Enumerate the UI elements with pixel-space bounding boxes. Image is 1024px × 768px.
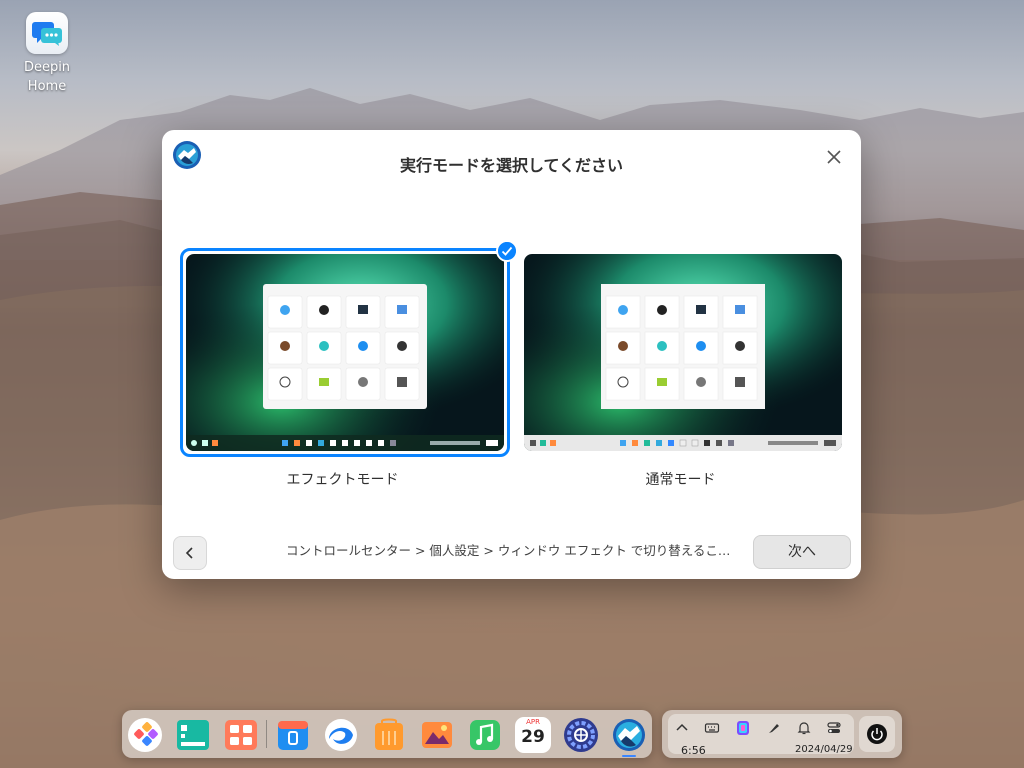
- back-button[interactable]: [173, 536, 207, 570]
- calendar-month: APR: [526, 718, 540, 726]
- desktop-icon-label-line1: Deepin: [23, 60, 71, 75]
- mode-card-normal[interactable]: 通常モード: [518, 248, 843, 489]
- settings-icon[interactable]: [563, 717, 599, 753]
- tray-panel: 6:56 2024/04/29: [668, 714, 854, 757]
- effect-mode-preview: [186, 254, 504, 451]
- mode-thumbnail-frame: [180, 240, 518, 457]
- app-store-icon[interactable]: [275, 717, 311, 753]
- mode-label-effect: エフェクトモード: [286, 472, 399, 488]
- selected-check-icon: [496, 240, 518, 262]
- clock-time[interactable]: 6:56: [681, 744, 706, 757]
- dock: APR 29: [122, 710, 652, 758]
- next-button[interactable]: 次へ: [753, 535, 851, 569]
- close-icon[interactable]: [825, 148, 843, 166]
- desktop-icon-label-line2: Home: [27, 79, 67, 94]
- pen-icon[interactable]: [766, 720, 782, 736]
- deepin-terminal-icon[interactable]: [175, 717, 211, 753]
- chevron-left-icon: [185, 547, 193, 559]
- active-app-indicator: [622, 755, 636, 757]
- shop-icon[interactable]: [371, 717, 407, 753]
- deepin-home-app-icon: [26, 12, 68, 54]
- clock-date[interactable]: 2024/04/29: [795, 744, 853, 755]
- multitasking-icon[interactable]: [223, 717, 259, 753]
- power-button[interactable]: [859, 716, 895, 752]
- calendar-icon[interactable]: APR 29: [515, 717, 551, 753]
- run-mode-dialog: 実行モードを選択してください エフェクトモード 通常モード コントロールセンター…: [162, 130, 861, 579]
- mode-card-effect[interactable]: エフェクトモード: [180, 240, 518, 489]
- music-icon[interactable]: [467, 717, 503, 753]
- deepin-home-icon[interactable]: [611, 717, 647, 753]
- normal-mode-preview: [524, 254, 842, 451]
- mode-label-normal: 通常モード: [645, 472, 716, 488]
- browser-icon[interactable]: [323, 717, 359, 753]
- control-center-icon[interactable]: [826, 720, 842, 736]
- photos-icon[interactable]: [419, 717, 455, 753]
- calendar-day: 29: [521, 727, 545, 747]
- mode-thumbnail-frame: [518, 248, 848, 457]
- chevron-up-icon[interactable]: [674, 720, 690, 736]
- color-app-icon[interactable]: [735, 720, 751, 736]
- settings-hint-text: コントロールセンター > 個人設定 > ウィンドウ エフェクト で切り替えること…: [286, 543, 740, 558]
- system-tray: 6:56 2024/04/29: [662, 710, 902, 758]
- desktop-icon-deepin-home[interactable]: Deepin Home: [14, 12, 80, 96]
- power-icon: [867, 724, 887, 744]
- dialog-title: 実行モードを選択してください: [399, 156, 624, 175]
- launcher-icon[interactable]: [127, 717, 163, 753]
- dock-separator: [266, 720, 267, 748]
- keyboard-icon[interactable]: [704, 720, 720, 736]
- bell-icon[interactable]: [796, 720, 812, 736]
